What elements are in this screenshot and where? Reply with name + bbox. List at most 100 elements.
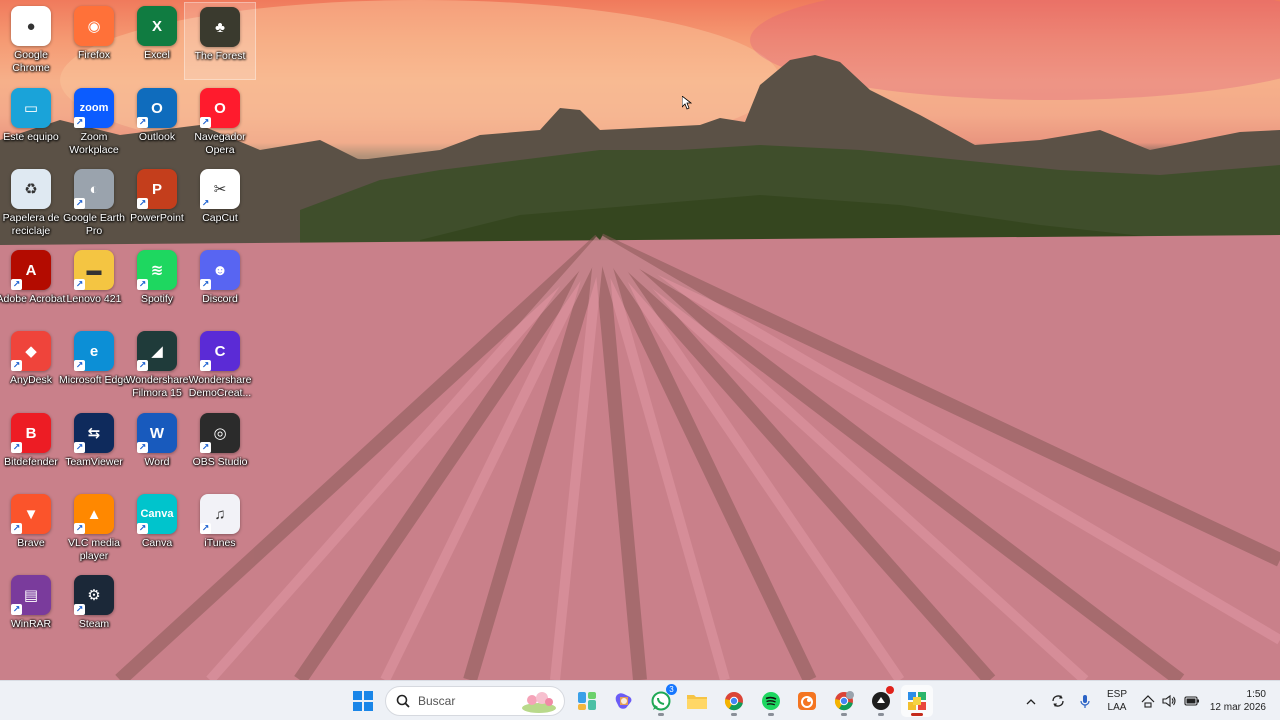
desktop-icon-steam[interactable]: ⚙ ↗ Steam	[58, 571, 130, 649]
file-explorer-button[interactable]	[681, 685, 713, 717]
desktop-icon-label: The Forest	[194, 50, 246, 62]
clock-date: 12 mar 2026	[1209, 702, 1266, 713]
desktop-icon-chrome[interactable]: ● Google Chrome	[0, 2, 67, 80]
democreator-icon: C ↗	[200, 331, 240, 371]
desktop-icon-obs[interactable]: ◎ ↗ OBS Studio	[184, 409, 256, 487]
desktop-icon-excel[interactable]: X Excel	[121, 2, 193, 80]
active-app-button[interactable]	[901, 685, 933, 717]
desktop-icon-label: Word	[144, 456, 170, 468]
spotify-button[interactable]	[755, 685, 787, 717]
shortcut-arrow-icon: ↗	[74, 279, 85, 290]
keyboard-layout: LAA	[1107, 702, 1127, 713]
chrome-button[interactable]	[718, 685, 750, 717]
desktop-icon-itunes[interactable]: ♫ ↗ iTunes	[184, 490, 256, 568]
desktop-icon-discord[interactable]: ☻ ↗ Discord	[184, 246, 256, 324]
desktop-icon-word[interactable]: W ↗ Word	[121, 409, 193, 487]
desktop-icon-google-earth[interactable]: ◐ ↗ Google Earth Pro	[58, 165, 130, 243]
input-language-button[interactable]: ESP LAA	[1102, 681, 1132, 720]
shortcut-arrow-icon: ↗	[11, 360, 22, 371]
desktop-icon-capcut[interactable]: ✂ ↗ CapCut	[184, 165, 256, 243]
obs-icon: ◎ ↗	[200, 413, 240, 453]
desktop-icon-label: Canva	[141, 537, 173, 549]
acrobat-icon: A ↗	[11, 250, 51, 290]
microphone-icon	[1080, 694, 1090, 708]
whatsapp-notification-badge: 3	[666, 684, 677, 695]
chrome-profile-button[interactable]	[828, 685, 860, 717]
itunes-icon: ♫ ↗	[200, 494, 240, 534]
desktop-icon-edge[interactable]: e ↗ Microsoft Edge	[58, 327, 130, 405]
shortcut-arrow-icon: ↗	[11, 442, 22, 453]
desktop-icon-label: Zoom Workplace	[69, 131, 119, 156]
copilot-button[interactable]	[608, 685, 640, 717]
desktop-icon-firefox[interactable]: ◉ Firefox	[58, 2, 130, 80]
desktop-icon-opera[interactable]: O ↗ Navegador Opera	[184, 84, 256, 162]
quick-settings-button[interactable]	[1138, 681, 1202, 720]
start-button[interactable]	[347, 685, 379, 717]
shortcut-arrow-icon: ↗	[74, 198, 85, 209]
copilot-icon	[615, 693, 632, 709]
sync-tray-button[interactable]	[1048, 681, 1068, 720]
network-icon	[1141, 695, 1154, 708]
desktop-icon-label: Bitdefender	[4, 456, 58, 468]
brave-icon: ▼ ↗	[11, 494, 51, 534]
desktop-icon-zoom[interactable]: zoom ↗ Zoom Workplace	[58, 84, 130, 162]
spotify-icon	[762, 692, 780, 710]
desktop-icon-outlook[interactable]: O ↗ Outlook	[121, 84, 193, 162]
desktop-icon-label: OBS Studio	[192, 456, 248, 468]
desktop-icon-label: Spotify	[140, 293, 174, 305]
desktop-icon-spotify[interactable]: ≋ ↗ Spotify	[121, 246, 193, 324]
spotify-icon: ≋ ↗	[137, 250, 177, 290]
desktop-icon-filmora[interactable]: ◢ ↗ Wondershare Filmora 15	[121, 327, 193, 405]
crunchyroll-button[interactable]	[791, 685, 823, 717]
word-icon: W ↗	[137, 413, 177, 453]
desktop-icon-label: Outlook	[138, 131, 176, 143]
desktop-icon-the-forest[interactable]: ♣ The Forest	[184, 2, 256, 80]
taskbar: Buscar 3 ESP LAA 1:50 12 mar 2026	[0, 680, 1280, 720]
desktop-icon-acrobat[interactable]: A ↗ Adobe Acrobat	[0, 246, 67, 324]
search-icon	[396, 694, 410, 708]
shortcut-arrow-icon: ↗	[74, 523, 85, 534]
desktop-icon-brave[interactable]: ▼ ↗ Brave	[0, 490, 67, 568]
desktop-icon-label: Navegador Opera	[194, 131, 246, 156]
shortcut-arrow-icon: ↗	[74, 604, 85, 615]
running-indicator	[841, 713, 847, 716]
widgets-button[interactable]	[571, 685, 603, 717]
app-button[interactable]	[865, 685, 897, 717]
show-hidden-icons-button[interactable]	[1022, 681, 1040, 720]
windows-tiles-icon	[908, 692, 926, 710]
desktop-icon-label: Adobe Acrobat	[0, 293, 66, 305]
shortcut-arrow-icon: ↗	[137, 198, 148, 209]
shortcut-arrow-icon: ↗	[200, 360, 211, 371]
chrome-icon: ●	[11, 6, 51, 46]
zoom-icon: zoom ↗	[74, 88, 114, 128]
discord-icon: ☻ ↗	[200, 250, 240, 290]
desktop-icon-bitdefender[interactable]: B ↗ Bitdefender	[0, 409, 67, 487]
steam-icon: ⚙ ↗	[74, 575, 114, 615]
desktop-icon-folder[interactable]: ▬ ↗ Lenovo 421	[58, 246, 130, 324]
orange-app-icon	[798, 692, 816, 710]
clock-button[interactable]: 1:50 12 mar 2026	[1202, 681, 1266, 720]
desktop-icon-anydesk[interactable]: ◆ ↗ AnyDesk	[0, 327, 67, 405]
desktop-icon-teamviewer[interactable]: ⇆ ↗ TeamViewer	[58, 409, 130, 487]
desktop-icon-vlc[interactable]: ▲ ↗ VLC media player	[58, 490, 130, 568]
taskbar-search-box[interactable]: Buscar	[385, 686, 565, 716]
chrome-icon	[724, 692, 743, 711]
desktop-icon-label: Firefox	[77, 49, 111, 61]
clock-time: 1:50	[1246, 689, 1266, 700]
shortcut-arrow-icon: ↗	[200, 279, 211, 290]
desktop-icon-this-pc[interactable]: ▭ Este equipo	[0, 84, 67, 162]
shortcut-arrow-icon: ↗	[200, 117, 211, 128]
shortcut-arrow-icon: ↗	[11, 604, 22, 615]
desktop-icon-label: iTunes	[204, 537, 236, 549]
google-earth-icon: ◐ ↗	[74, 169, 114, 209]
desktop-icon-recycle-bin[interactable]: ♻ Papelera de reciclaje	[0, 165, 67, 243]
whatsapp-button[interactable]: 3	[645, 684, 677, 717]
running-indicator	[878, 713, 884, 716]
desktop-icon-democreator[interactable]: C ↗ Wondershare DemoCreat...	[184, 327, 256, 405]
desktop-icon-label: CapCut	[202, 212, 238, 224]
microphone-tray-button[interactable]	[1075, 681, 1095, 720]
desktop-icon-powerpoint[interactable]: P ↗ PowerPoint	[121, 165, 193, 243]
desktop-icon-canva[interactable]: Canva ↗ Canva	[121, 490, 193, 568]
desktop-icon-winrar[interactable]: ▤ ↗ WinRAR	[0, 571, 67, 649]
firefox-icon: ◉	[74, 6, 114, 46]
